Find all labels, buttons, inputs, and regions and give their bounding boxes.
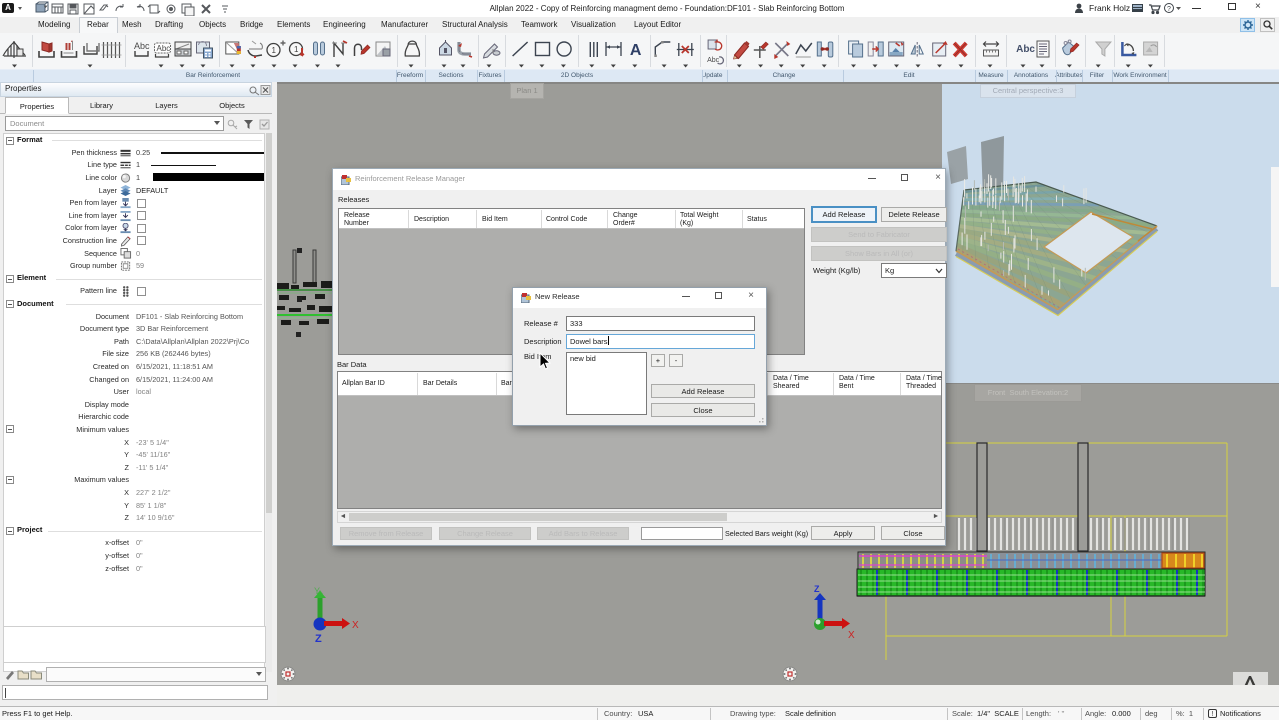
svg-text:A: A <box>630 42 642 59</box>
svg-text:1: 1 <box>272 46 277 55</box>
svg-text:X: X <box>848 630 855 641</box>
svg-text:Frank Holz: Frank Holz <box>1089 3 1130 13</box>
svg-text:X: X <box>352 620 359 631</box>
svg-text:1: 1 <box>294 45 299 54</box>
svg-text:?: ? <box>1167 6 1171 13</box>
svg-text:Abc: Abc <box>1016 44 1035 55</box>
svg-text:Abc: Abc <box>134 41 150 51</box>
svg-text:Z: Z <box>814 584 820 594</box>
svg-text:Abc: Abc <box>157 44 171 53</box>
svg-text:Z: Z <box>315 633 322 644</box>
